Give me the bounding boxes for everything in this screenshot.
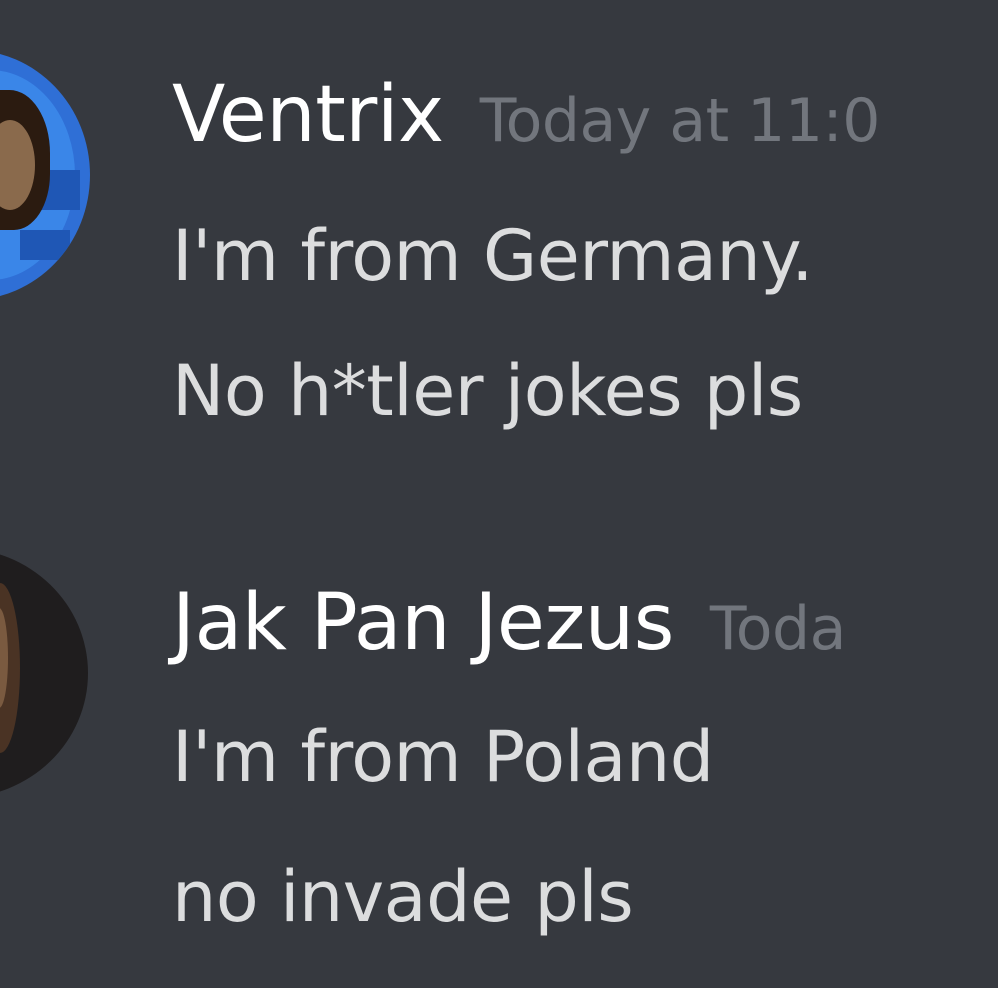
- timestamp: Toda: [709, 594, 847, 664]
- user-avatar-icon[interactable]: [0, 50, 90, 300]
- chat-messages: Ventrix Today at 11:0 I'm from Germany. …: [0, 0, 998, 988]
- message-text: No h*tler jokes pls: [172, 350, 803, 432]
- message-text: no invade pls: [172, 856, 634, 938]
- message-text: I'm from Poland: [172, 716, 714, 798]
- message-header: Ventrix Today at 11:0: [172, 70, 880, 160]
- username[interactable]: Ventrix: [172, 70, 444, 160]
- username[interactable]: Jak Pan Jezus: [172, 578, 674, 668]
- message-text: I'm from Germany.: [172, 215, 813, 297]
- timestamp: Today at 11:0: [479, 86, 881, 156]
- message-header: Jak Pan Jezus Toda: [172, 578, 846, 668]
- user-avatar-icon[interactable]: [0, 548, 88, 798]
